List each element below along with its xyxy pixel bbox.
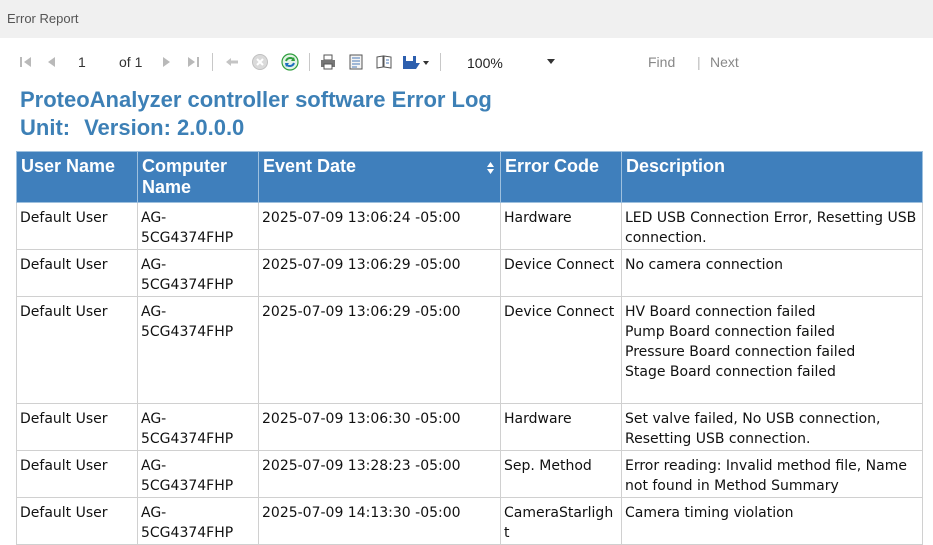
back-icon[interactable] [222,52,242,72]
table-body: Default User AG-5CG4374FHP 2025-07-09 13:0… [16,202,923,545]
cell-event-date: 2025-07-09 13:06:24 -05:00 [258,202,501,250]
table-row: Default User AG-5CG4374FHP 2025-07-09 13:2… [16,450,923,498]
column-header-event-date[interactable]: Event Date [258,151,501,203]
table-row: Default User AG-5CG4374FHP 2025-07-09 14:1… [16,497,923,545]
cell-computer-name: AG-5CG4374FHP [137,202,259,250]
description-line: No camera connection [625,257,783,273]
cell-error-code: Hardware [500,202,622,250]
description-line: HV Board connection failed [625,304,816,320]
cell-description: Camera timing violation [621,497,923,545]
cell-event-date: 2025-07-09 13:06:29 -05:00 [258,296,501,404]
column-header-user-name[interactable]: User Name [16,151,138,203]
description-line: LED USB Connection Error, Resetting USB … [625,210,917,246]
last-page-icon[interactable] [183,52,203,72]
cell-description: LED USB Connection Error, Resetting USB … [621,202,923,250]
toolbar-separator [309,53,310,71]
cell-user-name: Default User [16,249,138,297]
cell-error-code: CameraStarlight [500,497,622,545]
description-line: Pressure Board connection failed [625,344,856,360]
description-line: Stage Board connection failed [625,364,836,380]
cell-computer-name: AG-5CG4374FHP [137,403,259,451]
column-header-event-date-label: Event Date [263,156,357,176]
report-toolbar: 1 of 1 100% Find | Next [8,46,933,79]
window-title: Error Report [7,11,79,26]
refresh-icon[interactable] [280,52,300,72]
report-title: ProteoAnalyzer controller software Error… [20,87,492,112]
print-layout-icon[interactable] [346,52,366,72]
table-row: Default User AG-5CG4374FHP 2025-07-09 13:0… [16,202,923,250]
cell-user-name: Default User [16,202,138,250]
cell-error-code: Hardware [500,403,622,451]
zoom-select[interactable]: 100% [459,50,561,74]
print-icon[interactable] [318,52,338,72]
description-line: Camera timing violation [625,505,794,521]
cell-event-date: 2025-07-09 13:06:29 -05:00 [258,249,501,297]
version-label: Version: 2.0.0.0 [84,115,245,140]
page-setup-icon[interactable] [374,52,394,72]
page-count-label: of 1 [119,54,143,70]
cell-description: Error reading: Invalid method file, Name… [621,450,923,498]
page-number-input[interactable]: 1 [78,54,86,70]
cell-error-code: Device Connect [500,296,622,404]
cell-description: No camera connection [621,249,923,297]
error-log-table: User Name Computer Name Event Date Error… [16,151,923,545]
cell-user-name: Default User [16,450,138,498]
find-link[interactable]: Find [648,54,675,70]
find-separator: | [697,54,701,70]
cell-event-date: 2025-07-09 14:13:30 -05:00 [258,497,501,545]
column-header-error-code[interactable]: Error Code [500,151,622,203]
column-header-computer-name[interactable]: Computer Name [137,151,259,203]
previous-page-icon[interactable] [42,52,62,72]
cell-user-name: Default User [16,497,138,545]
description-line: Set valve failed, No USB connection, Res… [625,411,881,447]
toolbar-separator [440,53,441,71]
table-row: Default User AG-5CG4374FHP 2025-07-09 13:0… [16,296,923,404]
report-heading: ProteoAnalyzer controller software Error… [20,86,492,142]
next-page-icon[interactable] [156,52,176,72]
cell-error-code: Device Connect [500,249,622,297]
unit-label: Unit: [20,115,71,140]
export-icon[interactable] [401,52,431,72]
cell-user-name: Default User [16,403,138,451]
toolbar-separator [212,53,213,71]
window-titlebar: Error Report [0,0,933,38]
chevron-down-icon [547,59,555,64]
zoom-value: 100% [467,55,503,71]
cell-event-date: 2025-07-09 13:06:30 -05:00 [258,403,501,451]
description-line: Pump Board connection failed [625,324,836,340]
cell-description: Set valve failed, No USB connection, Res… [621,403,923,451]
table-header-row: User Name Computer Name Event Date Error… [16,151,923,203]
cell-description: HV Board connection failed Pump Board con… [621,296,923,404]
table-row: Default User AG-5CG4374FHP 2025-07-09 13:0… [16,403,923,451]
description-line: Error reading: Invalid method file, Name… [625,458,907,494]
stop-icon[interactable] [250,52,270,72]
cell-user-name: Default User [16,296,138,404]
cell-computer-name: AG-5CG4374FHP [137,296,259,404]
cell-computer-name: AG-5CG4374FHP [137,497,259,545]
first-page-icon[interactable] [16,52,36,72]
find-next-link[interactable]: Next [710,54,739,70]
report-unit-version: Unit: Version: 2.0.0.0 [20,114,492,142]
sort-icon[interactable] [487,162,494,174]
cell-event-date: 2025-07-09 13:28:23 -05:00 [258,450,501,498]
column-header-description[interactable]: Description [621,151,923,203]
cell-computer-name: AG-5CG4374FHP [137,450,259,498]
cell-computer-name: AG-5CG4374FHP [137,249,259,297]
cell-error-code: Sep. Method [500,450,622,498]
table-row: Default User AG-5CG4374FHP 2025-07-09 13:0… [16,249,923,297]
